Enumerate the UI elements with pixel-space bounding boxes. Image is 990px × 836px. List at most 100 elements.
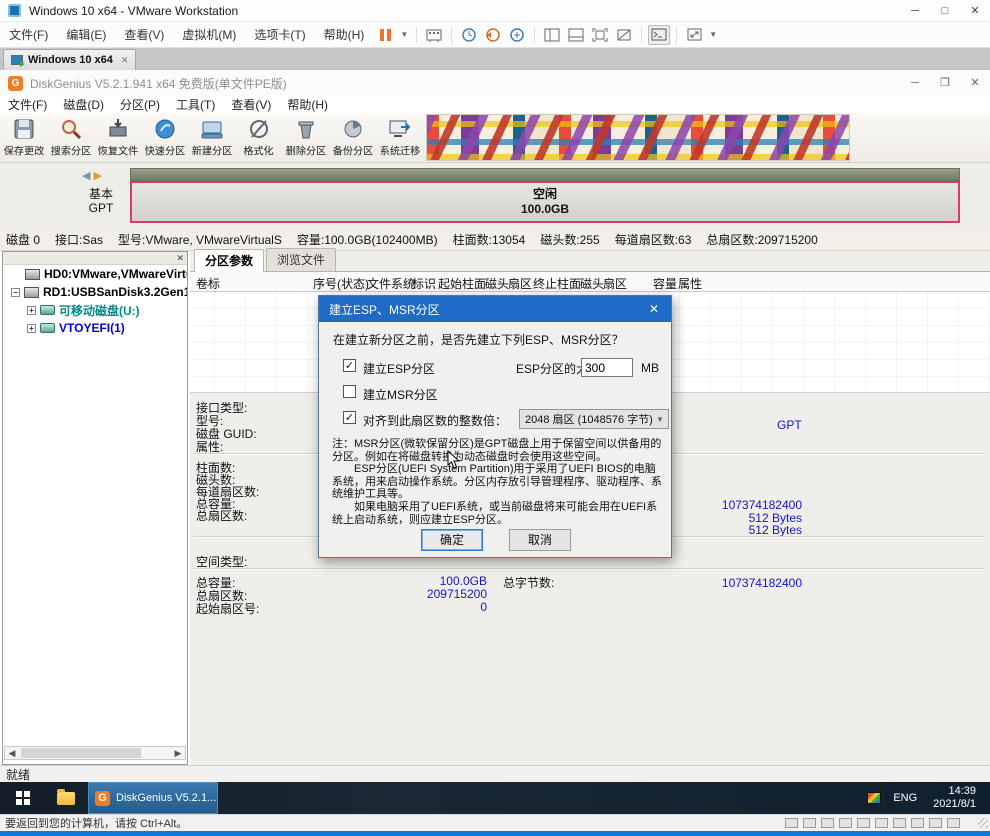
harddisk-device-icon[interactable] bbox=[785, 818, 798, 828]
expand-box-icon[interactable]: + bbox=[27, 306, 36, 315]
tree-item-removable-u[interactable]: + 可移动磁盘(U:) bbox=[3, 301, 187, 319]
col-head1[interactable]: 磁头 bbox=[485, 275, 509, 292]
col-sector2[interactable]: 扇区 bbox=[603, 275, 627, 292]
expand-box-icon[interactable]: + bbox=[27, 324, 36, 333]
col-capacity[interactable]: 容量 bbox=[653, 275, 677, 292]
vmware-close-button[interactable]: ✕ bbox=[960, 1, 990, 21]
usb-device-icon[interactable] bbox=[875, 818, 888, 828]
new-partition-button[interactable]: 新建分区 bbox=[188, 113, 235, 162]
delete-partition-button[interactable]: 删除分区 bbox=[282, 113, 329, 162]
tree-item-rd1[interactable]: − RD1:USBSanDisk3.2Gen1 (29G bbox=[3, 283, 187, 301]
esp-size-input[interactable] bbox=[581, 358, 633, 377]
stretch-dropdown-caret[interactable]: ▼ bbox=[706, 30, 720, 39]
col-attributes[interactable]: 属性 bbox=[678, 275, 702, 292]
start-button[interactable] bbox=[0, 782, 46, 814]
tree-panel-close-icon[interactable]: ✕ bbox=[176, 252, 184, 265]
dg-menu-view[interactable]: 查看(V) bbox=[223, 96, 279, 113]
ad-banner[interactable] bbox=[426, 114, 850, 161]
vmware-menu-help[interactable]: 帮助(H) bbox=[315, 26, 374, 43]
vmware-menu-tabs[interactable]: 选项卡(T) bbox=[245, 26, 314, 43]
align-checkbox[interactable]: ✓ bbox=[343, 411, 356, 424]
resize-grip-icon[interactable] bbox=[978, 818, 988, 828]
suspend-dropdown-caret[interactable]: ▼ bbox=[397, 30, 411, 39]
esp-checkbox-label[interactable]: 建立ESP分区 bbox=[363, 360, 435, 377]
col-filesystem[interactable]: 文件系统 bbox=[367, 275, 415, 292]
prev-disk-arrow-icon[interactable]: ◀ bbox=[82, 170, 90, 182]
diskgenius-task-button[interactable]: G DiskGenius V5.2.1... bbox=[88, 782, 218, 814]
backup-partition-button[interactable]: 备份分区 bbox=[329, 113, 376, 162]
scroll-right-arrow-icon[interactable]: ▶ bbox=[171, 748, 185, 759]
show-library-button[interactable] bbox=[541, 25, 563, 45]
dg-close-button[interactable]: ✕ bbox=[960, 73, 990, 93]
suspend-vm-button[interactable] bbox=[374, 25, 396, 45]
format-partition-button[interactable]: 格式化 bbox=[235, 113, 282, 162]
console-view-button[interactable] bbox=[648, 25, 670, 45]
dg-menu-tools[interactable]: 工具(T) bbox=[168, 96, 223, 113]
vm-tab-close-icon[interactable]: ✕ bbox=[121, 55, 129, 66]
tree-item-hd0[interactable]: HD0:VMware,VMwareVirtualS bbox=[3, 265, 187, 283]
align-sector-select[interactable]: 2048 扇区 (1048576 字节) ▼ bbox=[519, 409, 669, 429]
send-ctrl-alt-del-button[interactable] bbox=[423, 25, 445, 45]
tab-partition-parameters[interactable]: 分区参数 bbox=[194, 249, 264, 272]
search-partition-button[interactable]: 搜索分区 bbox=[47, 113, 94, 162]
manage-snapshots-button[interactable] bbox=[506, 25, 528, 45]
vmware-maximize-button[interactable]: □ bbox=[930, 1, 960, 21]
free-space-partition-bar[interactable]: 空闲 100.0GB bbox=[130, 181, 960, 223]
cdrom-device-icon[interactable] bbox=[803, 818, 816, 828]
save-changes-button[interactable]: 保存更改 bbox=[0, 113, 47, 162]
usb-device4-icon[interactable] bbox=[929, 818, 942, 828]
usb-device3-icon[interactable] bbox=[911, 818, 924, 828]
vm-tab-windows10[interactable]: Windows 10 x64 ✕ bbox=[3, 49, 136, 70]
recover-files-button[interactable]: 恢复文件 bbox=[94, 113, 141, 162]
col-sector1[interactable]: 扇区 bbox=[508, 275, 532, 292]
revert-snapshot-button[interactable] bbox=[482, 25, 504, 45]
usb-device2-icon[interactable] bbox=[893, 818, 906, 828]
next-disk-arrow-icon[interactable]: ▶ bbox=[94, 170, 102, 182]
col-end-cyl[interactable]: 终止柱面 bbox=[533, 275, 581, 292]
sound-device-icon[interactable] bbox=[857, 818, 870, 828]
dg-menu-help[interactable]: 帮助(H) bbox=[279, 96, 336, 113]
language-indicator[interactable]: ENG bbox=[893, 792, 917, 804]
dg-menu-file[interactable]: 文件(F) bbox=[0, 96, 55, 113]
taskbar-clock[interactable]: 14:39 2021/8/1 bbox=[933, 785, 976, 811]
scrollbar-thumb[interactable] bbox=[21, 748, 141, 758]
vmware-menu-edit[interactable]: 编辑(E) bbox=[57, 26, 115, 43]
tree-horizontal-scrollbar[interactable]: ◀ ▶ bbox=[4, 746, 186, 760]
display-device-icon[interactable] bbox=[947, 818, 960, 828]
vmware-menu-view[interactable]: 查看(V) bbox=[115, 26, 173, 43]
tab-browse-files[interactable]: 浏览文件 bbox=[266, 248, 336, 271]
system-migrate-button[interactable]: 系统迁移 bbox=[376, 113, 423, 162]
display-color-tray-icon[interactable] bbox=[867, 792, 881, 804]
show-thumbnail-bar-button[interactable] bbox=[565, 25, 587, 45]
dialog-close-icon[interactable]: ✕ bbox=[637, 302, 671, 316]
msr-checkbox-label[interactable]: 建立MSR分区 bbox=[363, 386, 438, 403]
align-checkbox-label[interactable]: 对齐到此扇区数的整数倍： bbox=[363, 412, 507, 429]
stretch-guest-button[interactable] bbox=[683, 25, 705, 45]
ok-button[interactable]: 确定 bbox=[421, 529, 483, 551]
col-identifier[interactable]: 标识 bbox=[412, 275, 436, 292]
msr-checkbox[interactable] bbox=[343, 385, 356, 398]
col-index-status[interactable]: 序号(状态) bbox=[313, 275, 369, 292]
file-explorer-button[interactable] bbox=[46, 782, 86, 814]
vmware-menu-vm[interactable]: 虚拟机(M) bbox=[173, 26, 245, 43]
dg-menu-partition[interactable]: 分区(P) bbox=[112, 96, 168, 113]
esp-checkbox[interactable]: ✓ bbox=[343, 359, 356, 372]
col-head2[interactable]: 磁头 bbox=[580, 275, 604, 292]
quick-partition-button[interactable]: 快速分区 bbox=[141, 113, 188, 162]
col-volume-label[interactable]: 卷标 bbox=[196, 275, 220, 292]
scroll-left-arrow-icon[interactable]: ◀ bbox=[5, 748, 19, 759]
vmware-minimize-button[interactable]: ─ bbox=[900, 1, 930, 21]
collapse-box-icon[interactable]: − bbox=[11, 288, 20, 297]
vmware-menu-file[interactable]: 文件(F) bbox=[0, 26, 57, 43]
take-snapshot-button[interactable] bbox=[458, 25, 480, 45]
cancel-button[interactable]: 取消 bbox=[509, 529, 571, 551]
col-start-cyl[interactable]: 起始柱面 bbox=[438, 275, 486, 292]
printer-device-icon[interactable] bbox=[839, 818, 852, 828]
fullscreen-mode-button[interactable] bbox=[589, 25, 611, 45]
dialog-titlebar[interactable]: 建立ESP、MSR分区 ✕ bbox=[319, 296, 671, 322]
tree-item-vtoyefi[interactable]: + VTOYEFI(1) bbox=[3, 319, 187, 337]
network-device-icon[interactable] bbox=[821, 818, 834, 828]
unity-mode-button[interactable] bbox=[613, 25, 635, 45]
dg-minimize-button[interactable]: ─ bbox=[900, 73, 930, 93]
dg-menu-disk[interactable]: 磁盘(D) bbox=[55, 96, 112, 113]
